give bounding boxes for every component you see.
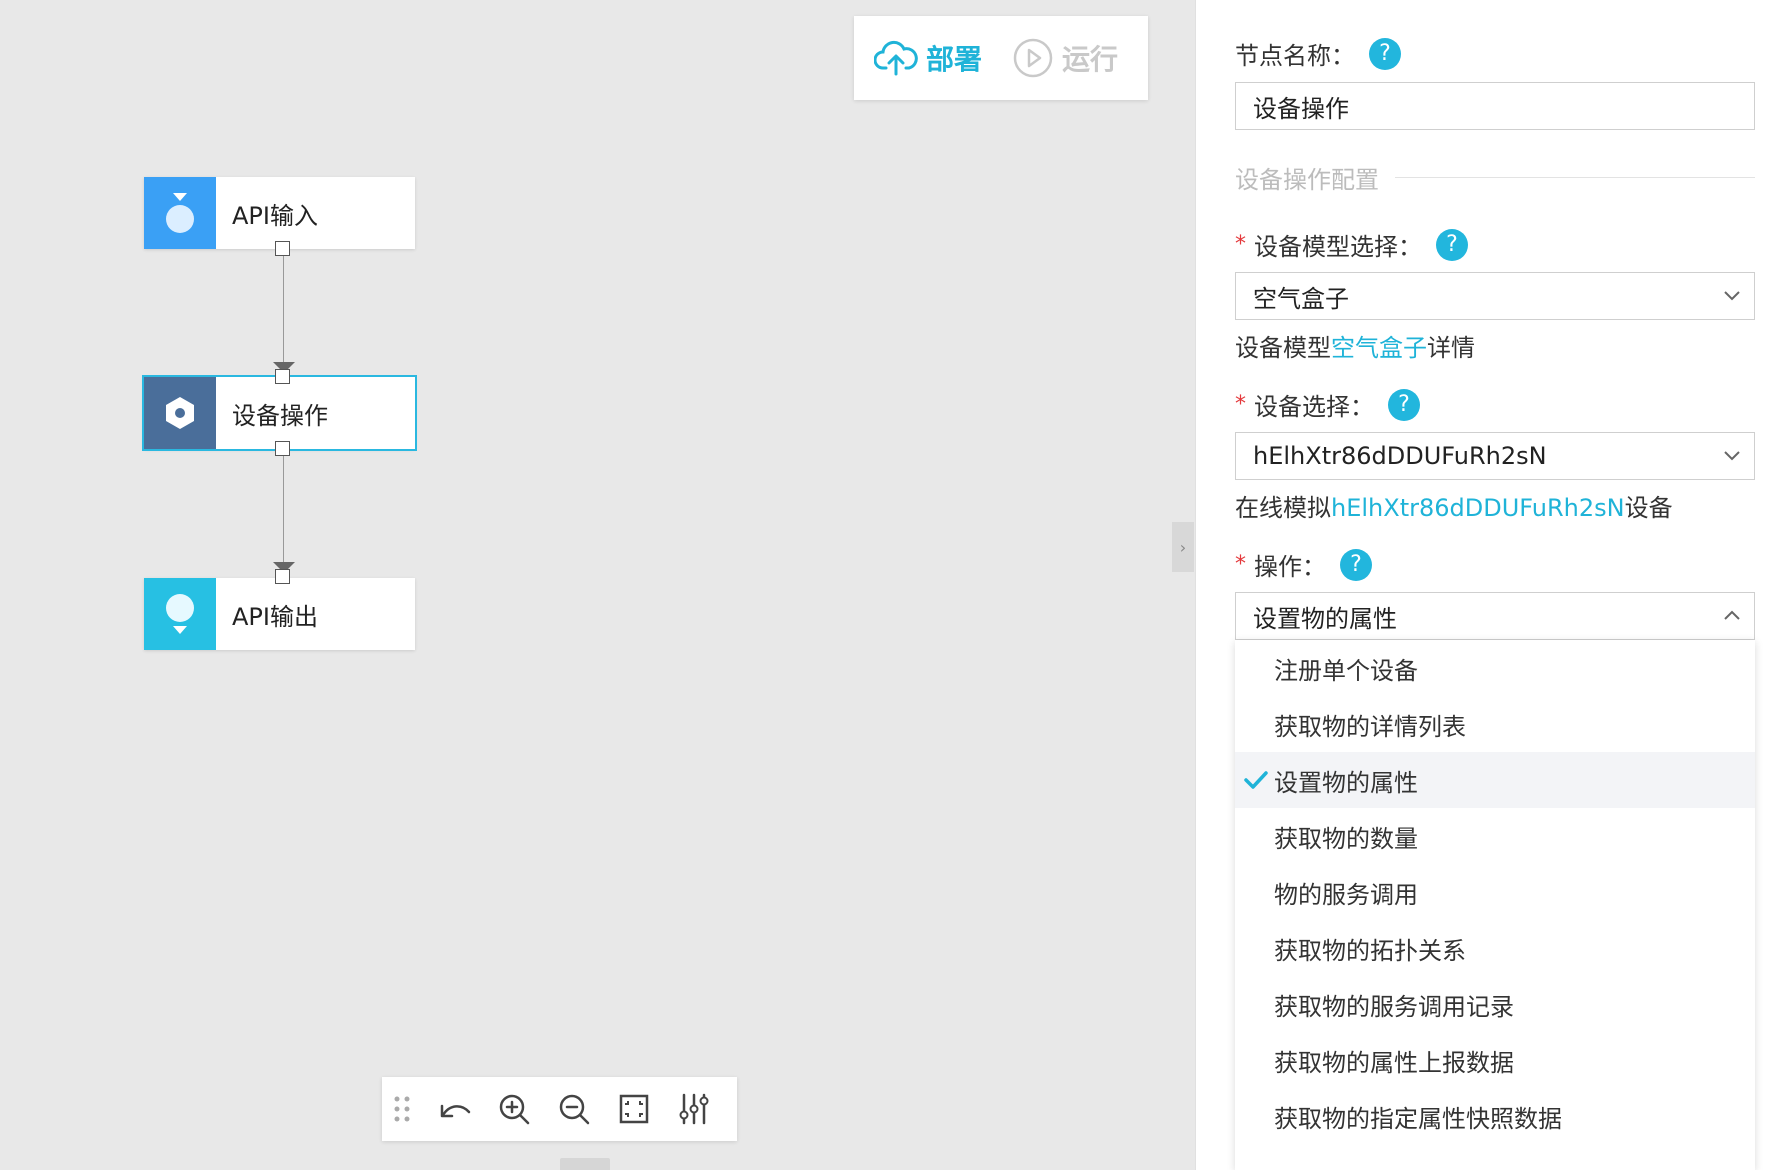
device-label-row: * 设备选择： ? bbox=[1235, 387, 1420, 422]
chevron-down-icon bbox=[1722, 285, 1742, 305]
deploy-label: 部署 bbox=[926, 43, 983, 76]
node-device-operation[interactable]: 设备操作 bbox=[142, 375, 417, 451]
chevron-down-icon bbox=[1722, 445, 1742, 465]
chevron-right-icon: › bbox=[1179, 537, 1187, 557]
check-icon bbox=[1243, 769, 1269, 797]
output-port[interactable] bbox=[275, 241, 290, 256]
canvas-bottom-toolbar bbox=[382, 1077, 737, 1141]
operation-label: 操作： bbox=[1254, 553, 1326, 581]
help-icon[interactable]: ? bbox=[1436, 228, 1468, 261]
run-label: 运行 bbox=[1062, 43, 1119, 76]
model-hint: 设备模型空气盒子详情 bbox=[1235, 328, 1475, 363]
operation-value: 设置物的属性 bbox=[1253, 604, 1397, 633]
device-simulate-link[interactable]: hElhXtr86dDDUFuRh2sN bbox=[1331, 494, 1625, 522]
operation-dropdown-menu: 注册单个设备 获取物的详情列表 设置物的属性 获取物的数量 物的服务调用 获取物… bbox=[1235, 640, 1755, 1170]
option-label: 获取物的数量 bbox=[1274, 824, 1418, 853]
node-name-label: 节点名称： bbox=[1235, 42, 1355, 70]
operation-select[interactable]: 设置物的属性 bbox=[1235, 592, 1755, 640]
device-label: 设备选择： bbox=[1254, 393, 1374, 421]
required-marker: * bbox=[1235, 552, 1246, 577]
dropdown-option[interactable]: 获取物的属性上报数据 bbox=[1235, 1032, 1755, 1088]
canvas-scroll-handle[interactable] bbox=[560, 1158, 610, 1170]
zoom-in-icon[interactable] bbox=[496, 1091, 532, 1127]
help-icon[interactable]: ? bbox=[1388, 388, 1420, 421]
drag-handle-icon[interactable] bbox=[392, 1091, 412, 1127]
device-hint: 在线模拟hElhXtr86dDDUFuRh2sN设备 bbox=[1235, 488, 1673, 523]
node-api-input[interactable]: API输入 bbox=[144, 177, 415, 249]
api-input-icon bbox=[144, 177, 216, 249]
section-title: 设备操作配置 bbox=[1235, 166, 1379, 194]
node-name-label-row: 节点名称： ? bbox=[1235, 36, 1401, 71]
cloud-upload-icon bbox=[874, 40, 918, 76]
edge-line bbox=[283, 256, 284, 362]
dropdown-option[interactable]: 获取物的详情列表 bbox=[1235, 696, 1755, 752]
model-select[interactable]: 空气盒子 bbox=[1235, 272, 1755, 320]
option-label: 获取物的详情列表 bbox=[1274, 712, 1466, 741]
option-label: 获取物的服务调用记录 bbox=[1274, 992, 1514, 1021]
play-circle-icon bbox=[1013, 38, 1053, 78]
section-divider: 设备操作配置 bbox=[1235, 160, 1755, 195]
chevron-up-icon bbox=[1722, 605, 1742, 625]
model-label-row: * 设备模型选择： ? bbox=[1235, 227, 1468, 262]
output-port[interactable] bbox=[275, 441, 290, 456]
flow-canvas[interactable]: 部署 运行 API输入 设备操作 API输出 › bbox=[0, 0, 1195, 1170]
device-value: hElhXtr86dDDUFuRh2sN bbox=[1253, 442, 1547, 470]
fit-view-icon[interactable] bbox=[616, 1091, 652, 1127]
panel-collapse-handle[interactable]: › bbox=[1172, 522, 1194, 572]
option-label: 获取物的指定属性快照数据 bbox=[1274, 1104, 1562, 1133]
model-detail-link[interactable]: 空气盒子 bbox=[1331, 334, 1427, 362]
device-operation-icon bbox=[144, 377, 216, 449]
device-hint-suffix: 设备 bbox=[1624, 494, 1673, 522]
node-label: API输出 bbox=[232, 602, 318, 631]
deploy-button[interactable]: 部署 bbox=[874, 38, 982, 78]
canvas-top-toolbar: 部署 运行 bbox=[854, 16, 1148, 100]
option-label: 注册单个设备 bbox=[1274, 656, 1418, 685]
dropdown-option[interactable]: 物的服务调用 bbox=[1235, 864, 1755, 920]
divider-line bbox=[1395, 177, 1755, 178]
model-value: 空气盒子 bbox=[1253, 284, 1349, 313]
dropdown-option[interactable]: 注册单个设备 bbox=[1235, 640, 1755, 696]
help-icon[interactable]: ? bbox=[1340, 548, 1372, 581]
node-label: API输入 bbox=[232, 201, 318, 230]
input-port[interactable] bbox=[275, 369, 290, 384]
dropdown-option-selected[interactable]: 设置物的属性 bbox=[1235, 752, 1755, 808]
option-label: 物的服务调用 bbox=[1274, 880, 1418, 909]
zoom-out-icon[interactable] bbox=[556, 1091, 592, 1127]
node-name-input[interactable]: 设备操作 bbox=[1235, 82, 1755, 130]
option-label: 设置物的属性 bbox=[1274, 768, 1418, 797]
device-select[interactable]: hElhXtr86dDDUFuRh2sN bbox=[1235, 432, 1755, 480]
edge-line bbox=[283, 456, 284, 562]
operation-label-row: * 操作： ? bbox=[1235, 547, 1372, 582]
node-label: 设备操作 bbox=[232, 401, 328, 430]
undo-icon[interactable] bbox=[436, 1091, 472, 1127]
input-port[interactable] bbox=[275, 569, 290, 584]
node-api-output[interactable]: API输出 bbox=[144, 578, 415, 650]
dropdown-option[interactable]: 获取物的数量 bbox=[1235, 808, 1755, 864]
device-hint-prefix: 在线模拟 bbox=[1235, 494, 1331, 522]
required-marker: * bbox=[1235, 232, 1246, 257]
model-hint-suffix: 详情 bbox=[1427, 334, 1475, 362]
model-hint-prefix: 设备模型 bbox=[1235, 334, 1331, 362]
run-button[interactable]: 运行 bbox=[1012, 37, 1118, 79]
option-label: 获取物的属性上报数据 bbox=[1274, 1048, 1514, 1077]
option-label: 获取物的拓扑关系 bbox=[1274, 936, 1466, 965]
model-label: 设备模型选择： bbox=[1254, 233, 1422, 261]
node-name-value: 设备操作 bbox=[1253, 94, 1349, 123]
api-output-icon bbox=[144, 578, 216, 650]
help-icon[interactable]: ? bbox=[1369, 37, 1401, 70]
properties-panel: 节点名称： ? 设备操作 设备操作配置 * 设备模型选择： ? 空气盒子 设备模… bbox=[1195, 0, 1776, 1170]
settings-sliders-icon[interactable] bbox=[676, 1091, 712, 1127]
dropdown-option[interactable]: 获取物的指定属性快照数据 bbox=[1235, 1088, 1755, 1144]
required-marker: * bbox=[1235, 392, 1246, 417]
dropdown-option[interactable]: 获取物的服务调用记录 bbox=[1235, 976, 1755, 1032]
dropdown-option[interactable]: 获取物的拓扑关系 bbox=[1235, 920, 1755, 976]
